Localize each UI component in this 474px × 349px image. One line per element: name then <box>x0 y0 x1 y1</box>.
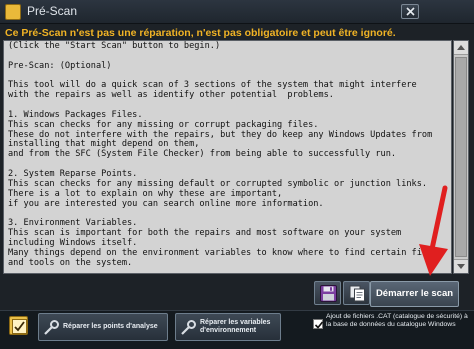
repair-env-variables-button[interactable]: Réparer les variables d'environnement <box>175 313 281 341</box>
copy-icon <box>349 285 365 302</box>
start-scan-button[interactable]: Démarrer le scan <box>370 281 459 307</box>
title-bar: Pré-Scan <box>0 0 474 24</box>
checklist-icon <box>9 316 28 335</box>
close-button[interactable] <box>401 4 419 19</box>
arrow-down-icon <box>457 264 465 269</box>
close-icon <box>406 7 415 16</box>
repair-scan-points-button[interactable]: Réparer les points d'analyse <box>38 313 168 341</box>
warning-message: Ce Pré-Scan n'est pas une réparation, n'… <box>5 27 396 39</box>
copy-button[interactable] <box>343 281 370 305</box>
vertical-scrollbar[interactable] <box>453 40 469 274</box>
repair-env-variables-label: Réparer les variables d'environnement <box>200 319 271 334</box>
cat-files-checkbox[interactable] <box>313 319 324 329</box>
arrow-up-icon <box>457 45 465 50</box>
scroll-thumb[interactable] <box>455 57 467 257</box>
repair-scan-points-label: Réparer les points d'analyse <box>63 323 158 330</box>
scan-info-text: (Click the "Start Scan" button to begin.… <box>8 41 438 268</box>
cat-files-label: Ajout de fichiers .CAT (catalogue de séc… <box>326 313 468 329</box>
scroll-down-button[interactable] <box>454 259 468 273</box>
scan-info-textarea[interactable]: (Click the "Start Scan" button to begin.… <box>3 40 452 274</box>
app-icon <box>5 4 21 20</box>
save-button[interactable] <box>314 281 341 305</box>
checkmark-icon <box>314 321 324 329</box>
repair-wrench-icon <box>181 320 196 335</box>
floppy-disk-icon <box>320 285 337 302</box>
scroll-up-button[interactable] <box>454 41 468 55</box>
window-title: Pré-Scan <box>27 4 78 18</box>
repair-wrench-icon <box>44 320 59 335</box>
